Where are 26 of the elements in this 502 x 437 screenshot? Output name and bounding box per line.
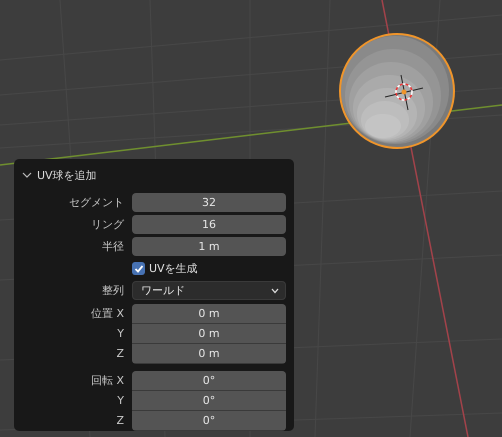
field-label: 回転 X [90, 373, 124, 389]
field-label: Z [115, 413, 124, 429]
chevron-down-icon[interactable] [22, 170, 32, 180]
number-field[interactable]: 32 [132, 193, 286, 212]
field-label: 整列 [101, 283, 124, 298]
number-field[interactable]: 16 [132, 215, 286, 234]
field-label: セグメント [68, 195, 124, 210]
number-field[interactable]: 0° [132, 391, 286, 410]
number-field[interactable]: 0 m [132, 344, 286, 363]
field-label: 半径 [101, 239, 124, 254]
field-label: Y [116, 393, 124, 409]
number-field[interactable]: 0 m [132, 324, 286, 343]
3d-cursor-icon [384, 74, 424, 110]
field-label: 位置 X [90, 306, 124, 322]
field-label: Z [115, 346, 124, 362]
number-field[interactable]: 0° [132, 411, 286, 430]
field-label: リング [90, 217, 124, 232]
checkbox-label: UVを生成 [149, 261, 198, 276]
chevron-down-icon [271, 288, 279, 294]
field-label: Y [116, 326, 124, 342]
dropdown[interactable]: ワールド [132, 281, 286, 300]
checkbox[interactable] [132, 262, 145, 275]
number-field[interactable]: 0 m [132, 304, 286, 323]
number-field[interactable]: 0° [132, 371, 286, 390]
panel-title: UV球を追加 [37, 168, 97, 182]
number-field[interactable]: 1 m [132, 237, 286, 256]
